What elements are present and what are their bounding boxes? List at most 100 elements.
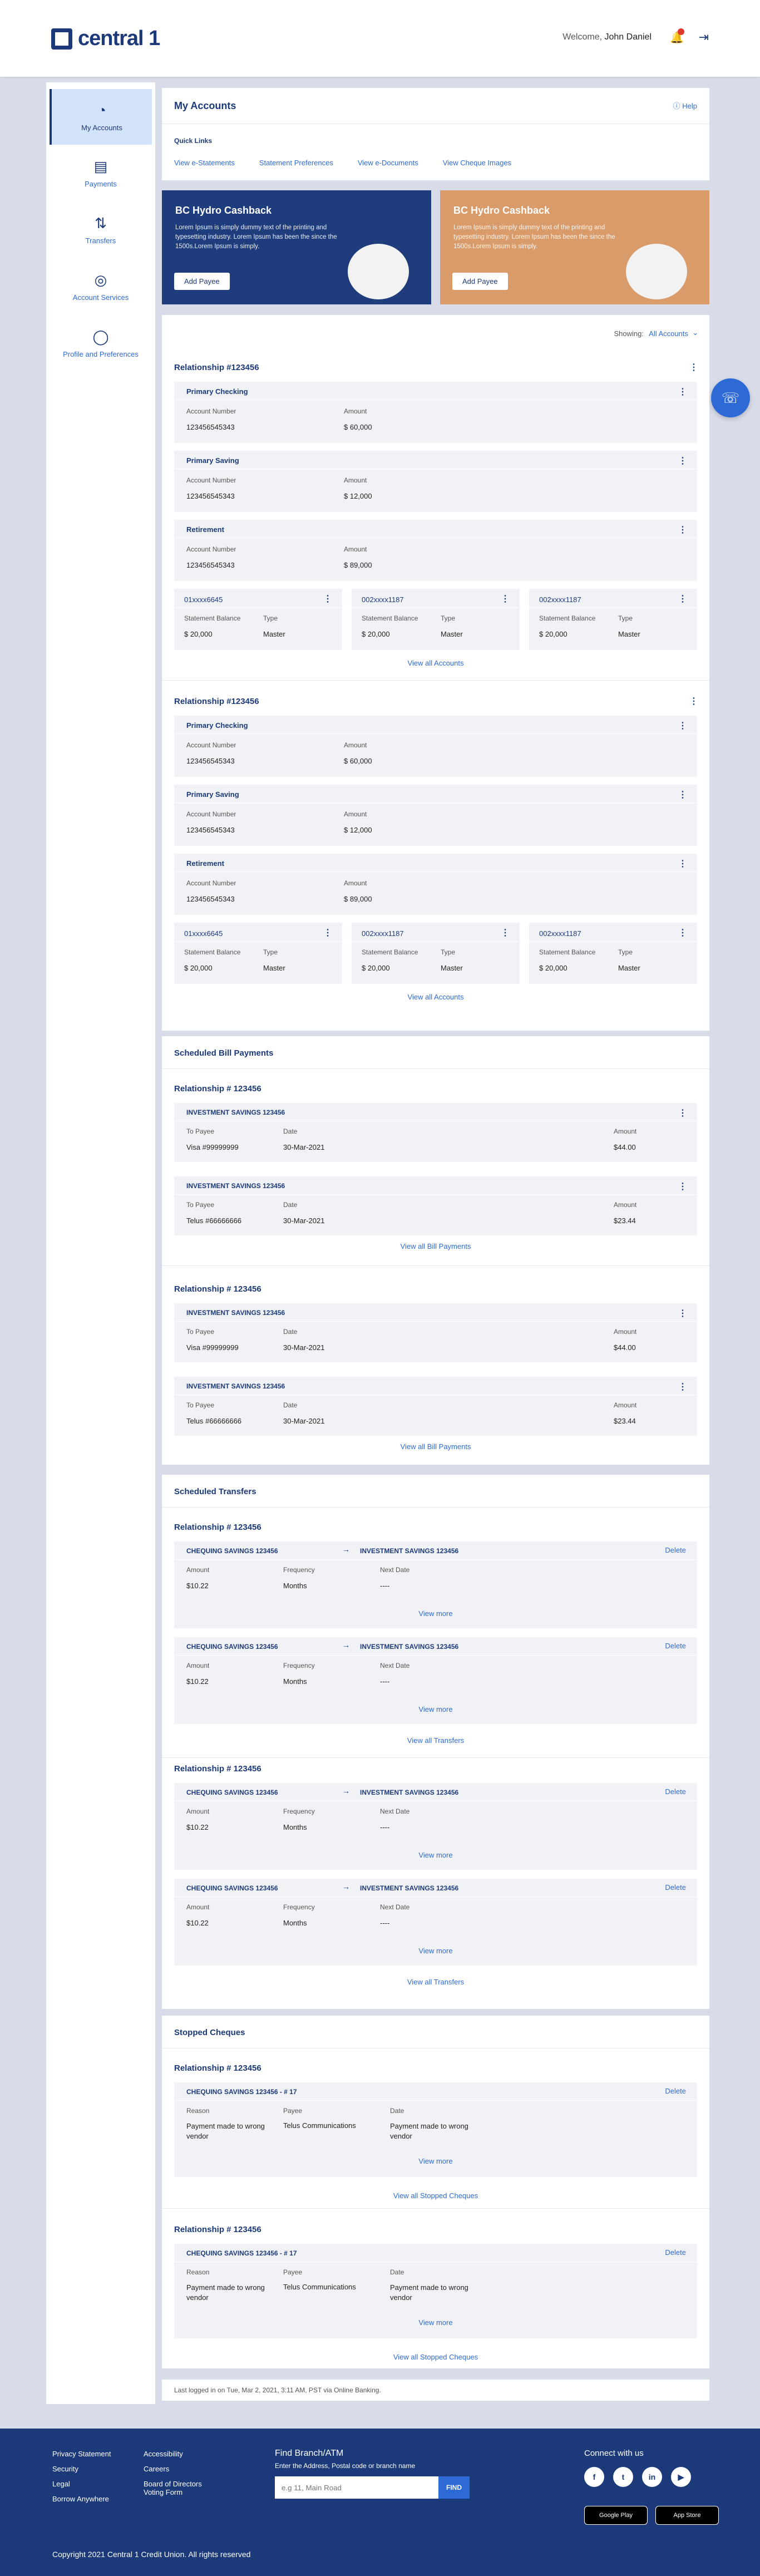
find-button[interactable]: FIND — [438, 2476, 470, 2499]
more-icon[interactable]: ⋮ — [678, 927, 687, 938]
account-name[interactable]: Primary Checking — [186, 721, 248, 730]
quick-link[interactable]: View e-Statements — [174, 159, 235, 167]
card-number[interactable]: 002xxxx1187 — [539, 595, 581, 604]
bill-payment-row[interactable]: ⋮ INVESTMENT SAVINGS 123456 To Payee Visa #… — [174, 1303, 697, 1362]
youtube-icon[interactable]: ▶ — [671, 2467, 691, 2487]
linkedin-icon[interactable]: in — [642, 2467, 662, 2487]
more-icon[interactable]: ⋮ — [323, 593, 332, 604]
more-icon[interactable]: ⋮ — [689, 696, 698, 707]
footer-link[interactable]: Board of Directors Voting Form — [144, 2480, 216, 2496]
delete-link[interactable]: Delete — [665, 2248, 686, 2257]
account-row[interactable]: ⋮ Primary Saving Account Number 12345654534… — [174, 451, 697, 512]
twitter-icon[interactable]: t — [613, 2467, 633, 2487]
view-all-cheques-link[interactable]: View all Stopped Cheques — [162, 2353, 709, 2361]
view-all-bills-link[interactable]: View all Bill Payments — [162, 1242, 709, 1250]
bill-payment-row[interactable]: ⋮ INVESTMENT SAVINGS 123456 To Payee Telus … — [174, 1377, 697, 1436]
more-icon[interactable]: ⋮ — [678, 386, 687, 397]
view-all-transfers-link[interactable]: View all Transfers — [162, 1978, 709, 1986]
card-number[interactable]: 01xxxx6645 — [184, 595, 223, 604]
more-icon[interactable]: ⋮ — [678, 1381, 687, 1392]
more-icon[interactable]: ⋮ — [323, 927, 332, 938]
delete-link[interactable]: Delete — [665, 2087, 686, 2095]
card-number[interactable]: 01xxxx6645 — [184, 929, 223, 938]
more-icon[interactable]: ⋮ — [689, 362, 698, 373]
more-icon[interactable]: ⋮ — [678, 789, 687, 800]
delete-link[interactable]: Delete — [665, 1787, 686, 1796]
delete-link[interactable]: Delete — [665, 1883, 686, 1892]
footer-link[interactable]: Borrow Anywhere — [52, 2495, 111, 2503]
quick-link[interactable]: View Cheque Images — [443, 159, 511, 167]
facebook-icon[interactable]: f — [584, 2467, 604, 2487]
delete-link[interactable]: Delete — [665, 1546, 686, 1554]
account-row[interactable]: ⋮ Retirement Account Number 123456545343 Amo… — [174, 520, 697, 581]
view-all-transfers-link[interactable]: View all Transfers — [162, 1736, 709, 1745]
account-name[interactable]: Retirement — [186, 525, 224, 534]
footer-link[interactable]: Security — [52, 2465, 111, 2473]
label: Date — [283, 1401, 298, 1409]
view-all-bills-link[interactable]: View all Bill Payments — [162, 1442, 709, 1451]
view-more-link[interactable]: View more — [174, 2157, 697, 2165]
more-icon[interactable]: ⋮ — [678, 455, 687, 466]
card-number[interactable]: 002xxxx1187 — [362, 595, 404, 604]
account-row[interactable]: ⋮ Primary Saving Account Number 12345654534… — [174, 785, 697, 846]
sidebar-item-my-accounts[interactable]: ◔ My Accounts — [50, 89, 152, 145]
delete-link[interactable]: Delete — [665, 1642, 686, 1650]
view-all-accounts-link[interactable]: View all Accounts — [162, 993, 709, 1001]
account-row[interactable]: ⋮ Retirement Account Number 123456545343 Amo… — [174, 854, 697, 915]
footer-link[interactable]: Privacy Statement — [52, 2450, 111, 2458]
more-icon[interactable]: ⋮ — [678, 858, 687, 869]
view-all-cheques-link[interactable]: View all Stopped Cheques — [162, 2191, 709, 2200]
account-name[interactable]: Primary Saving — [186, 790, 239, 799]
view-more-link[interactable]: View more — [174, 1609, 697, 1618]
more-icon[interactable]: ⋮ — [678, 1107, 687, 1119]
sidebar-item-account-services[interactable]: ◎ Account Services — [46, 258, 155, 315]
account-row[interactable]: ⋮ Primary Checking Account Number 123456545… — [174, 382, 697, 443]
google-play-badge[interactable]: Google Play — [584, 2506, 648, 2525]
sidebar-item-payments[interactable]: ▤ Payments — [46, 145, 155, 201]
card-tile[interactable]: ⋮ 002xxxx1187 Statement Balance $ 20,000 Typ… — [352, 589, 520, 650]
notification-bell-icon[interactable]: 🔔 — [670, 28, 684, 44]
card-tile[interactable]: ⋮ 01xxxx6645 Statement Balance $ 20,000 Type… — [174, 589, 342, 650]
more-icon[interactable]: ⋮ — [678, 1308, 687, 1319]
sidebar-item-profile[interactable]: ◯ Profile and Preferences — [46, 315, 155, 372]
card-tile[interactable]: ⋮ 01xxxx6645 Statement Balance $ 20,000 Type… — [174, 923, 342, 984]
quick-link[interactable]: Statement Preferences — [259, 159, 333, 167]
logout-icon[interactable]: ⇥ — [699, 30, 709, 45]
add-payee-button[interactable]: Add Payee — [452, 273, 508, 290]
account-name[interactable]: Primary Checking — [186, 387, 248, 396]
account-row[interactable]: ⋮ Primary Checking Account Number 123456545… — [174, 716, 697, 777]
sidebar-item-transfers[interactable]: ⇅ Transfers — [46, 201, 155, 258]
card-tile[interactable]: ⋮ 002xxxx1187 Statement Balance $ 20,000 Typ… — [529, 923, 697, 984]
footer-link[interactable]: Accessibility — [144, 2450, 216, 2458]
more-icon[interactable]: ⋮ — [678, 593, 687, 604]
chevron-down-icon[interactable]: ⌄ — [692, 328, 698, 337]
card-tile[interactable]: ⋮ 002xxxx1187 Statement Balance $ 20,000 Typ… — [352, 923, 520, 984]
help-link[interactable]: ⓘ Help — [673, 100, 697, 111]
card-number[interactable]: 002xxxx1187 — [539, 929, 581, 938]
bill-payment-row[interactable]: ⋮ INVESTMENT SAVINGS 123456 To Payee Visa #… — [174, 1103, 697, 1162]
footer-link[interactable]: Legal — [52, 2480, 111, 2488]
view-more-link[interactable]: View more — [174, 1851, 697, 1859]
add-payee-button[interactable]: Add Payee — [174, 273, 230, 290]
card-number[interactable]: 002xxxx1187 — [362, 929, 404, 938]
more-icon[interactable]: ⋮ — [501, 593, 510, 604]
view-more-link[interactable]: View more — [174, 1705, 697, 1713]
chat-fab-icon[interactable]: ☏ — [711, 378, 750, 417]
central1-logo[interactable]: central 1 — [51, 27, 160, 51]
view-all-accounts-link[interactable]: View all Accounts — [162, 659, 709, 667]
quick-link[interactable]: View e-Documents — [358, 159, 418, 167]
app-store-badge[interactable]: App Store — [655, 2506, 719, 2525]
more-icon[interactable]: ⋮ — [501, 927, 510, 938]
account-name[interactable]: Retirement — [186, 859, 224, 868]
view-more-link[interactable]: View more — [174, 2318, 697, 2327]
more-icon[interactable]: ⋮ — [678, 1181, 687, 1192]
footer-link[interactable]: Careers — [144, 2465, 216, 2473]
more-icon[interactable]: ⋮ — [678, 524, 687, 535]
account-name[interactable]: Primary Saving — [186, 456, 239, 465]
filter-select[interactable]: All Accounts — [649, 329, 688, 338]
view-more-link[interactable]: View more — [174, 1947, 697, 1955]
card-tile[interactable]: ⋮ 002xxxx1187 Statement Balance $ 20,000 Typ… — [529, 589, 697, 650]
bill-payment-row[interactable]: ⋮ INVESTMENT SAVINGS 123456 To Payee Telus … — [174, 1176, 697, 1235]
find-branch-input[interactable] — [275, 2476, 438, 2499]
more-icon[interactable]: ⋮ — [678, 720, 687, 731]
